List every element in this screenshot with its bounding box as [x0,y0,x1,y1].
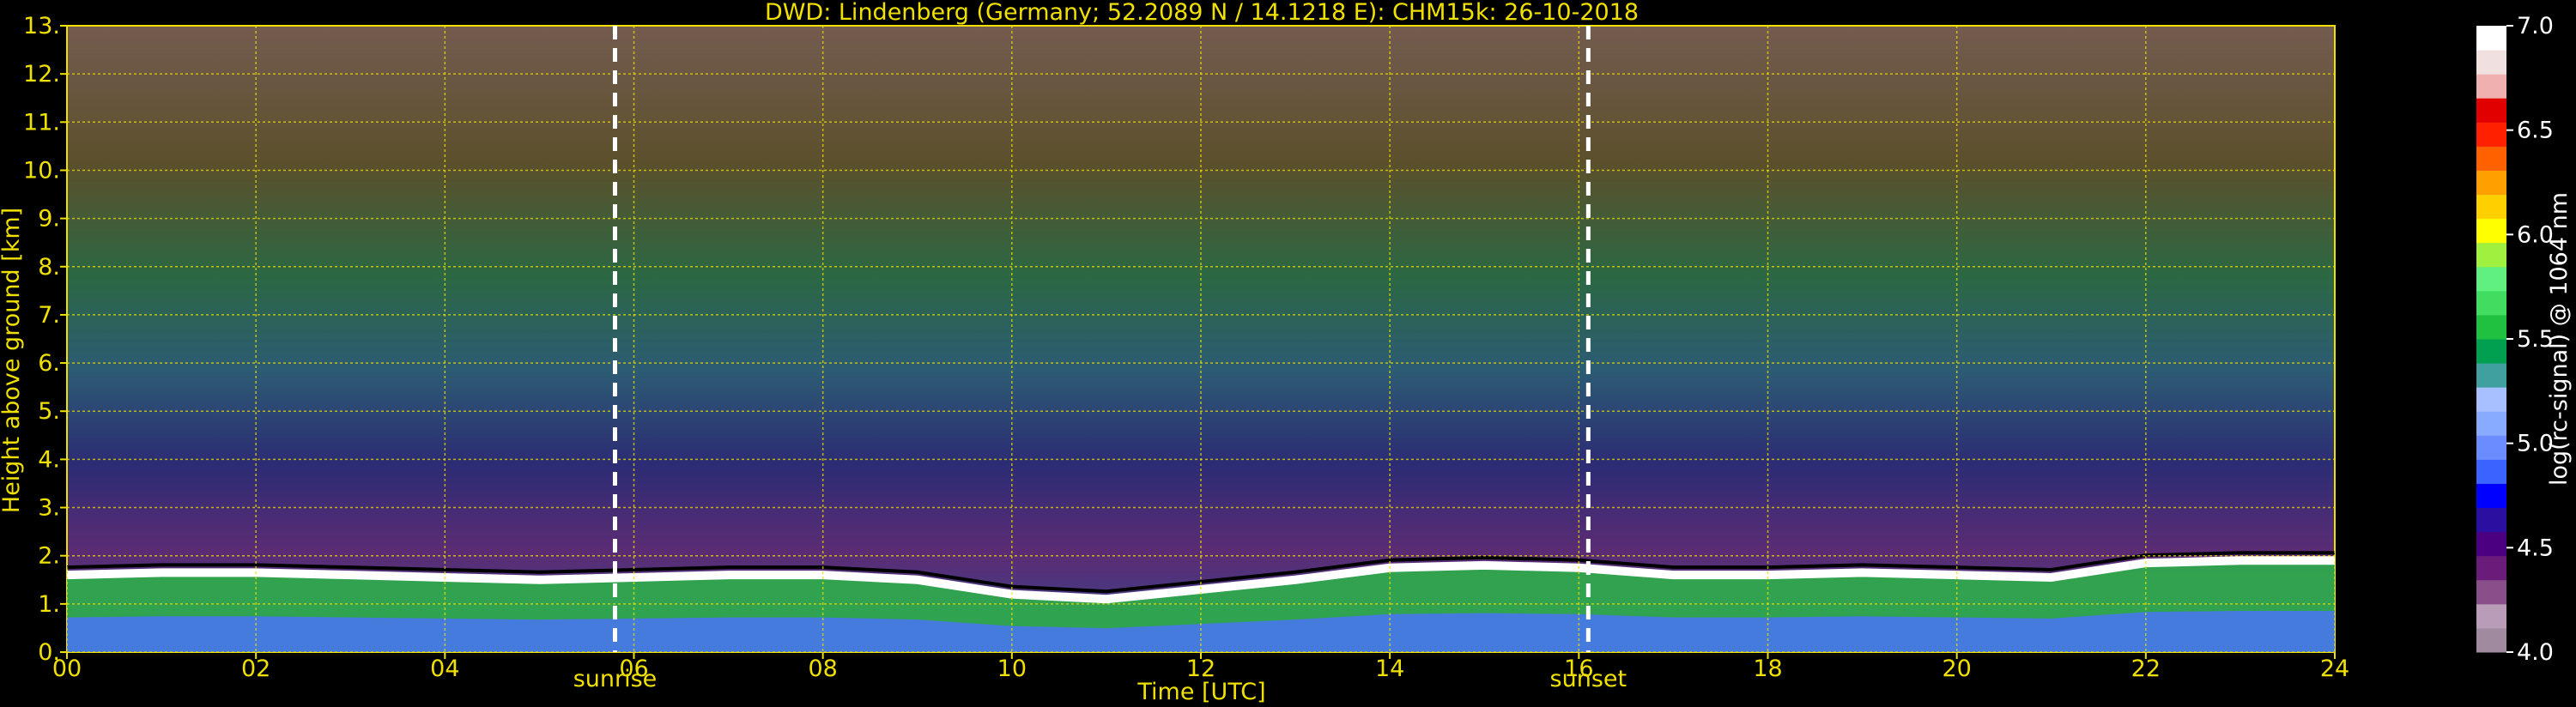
y-axis-ticks: 0. 1. 2. 3. 4. 5. 6. 7. 8. 9. 10. 11. 12. 13. [23,13,67,666]
colorbar-segment [2476,579,2506,605]
colorbar-segment [2476,218,2506,244]
colorbar-segment [2476,170,2506,196]
x-tick-label: 20 [1942,656,1971,682]
colorbar-segment [2476,459,2506,484]
x-axis-ticks: 00 02 04 06 08 10 12 14 16 18 20 22 24 [52,652,2349,682]
colorbar-segment [2476,26,2506,51]
x-tick-label: 08 [808,656,837,682]
lidar-backscatter-chart: sunrise sunset 00 02 04 06 08 10 12 14 16 18 20 22 24… [0,0,2573,705]
x-tick-label: 02 [241,656,270,682]
colorbar-segment [2476,266,2506,292]
x-axis-label: Time [UTC] [1136,679,1265,705]
colorbar-segment [2476,483,2506,509]
y-tick-label: 4. [38,446,60,473]
colorbar-segment [2476,507,2506,533]
colorbar-segment [2476,555,2506,581]
y-tick-label: 6. [38,350,60,377]
colorbar-segment [2476,387,2506,412]
colorbar-segment [2476,146,2506,171]
colorbar-segment [2476,50,2506,75]
y-tick-label: 10. [23,157,60,184]
y-tick-label: 8. [38,254,60,281]
x-tick-label: 22 [2131,656,2161,682]
colorbar-segment [2476,122,2506,147]
colorbar-segment [2476,314,2506,340]
colorbar-tick-label: 4.5 [2517,535,2554,561]
y-axis-label: Height above ground [km] [0,208,25,513]
x-tick-label: 06 [619,656,648,682]
y-tick-label: 11. [23,109,60,136]
x-tick-label: 24 [2320,656,2349,682]
colorbar-tick-label: 4.0 [2517,639,2554,666]
colorbar-segment [2476,194,2506,220]
y-tick-label: 12. [23,61,60,88]
y-tick-label: 0. [38,639,60,666]
y-tick-label: 2. [38,543,60,570]
colorbar-segment [2476,242,2506,268]
x-tick-label: 16 [1564,656,1593,682]
colorbar-segment [2476,98,2506,123]
y-tick-label: 1. [38,591,60,618]
x-tick-label: 10 [997,656,1027,682]
y-tick-label: 5. [38,398,60,425]
x-tick-label: 14 [1375,656,1404,682]
colorbar-segment [2476,411,2506,436]
y-tick-label: 13. [23,13,60,39]
colorbar-segment [2476,363,2506,388]
colorbar-segment [2476,290,2506,316]
colorbar-segment [2476,339,2506,364]
x-tick-label: 04 [430,656,459,682]
x-tick-label: 18 [1753,656,1782,682]
y-tick-label: 7. [38,302,60,329]
y-tick-label: 3. [38,495,60,522]
colorbar-segment [2476,531,2506,557]
chart-title: DWD: Lindenberg (Germany; 52.2089 N / 14… [765,0,1639,26]
colorbar-tick-label: 7.0 [2517,13,2554,39]
colorbar: 4.04.55.05.56.06.57.0 [2476,13,2554,666]
colorbar-label: log(rc-signal) @ 1064 nm [2546,192,2573,486]
colorbar-tick-label: 6.5 [2517,118,2554,144]
y-tick-label: 9. [38,206,60,233]
colorbar-segment [2476,74,2506,99]
colorbar-segment [2476,435,2506,460]
colorbar-segment [2476,603,2506,629]
colorbar-segment [2476,627,2506,653]
